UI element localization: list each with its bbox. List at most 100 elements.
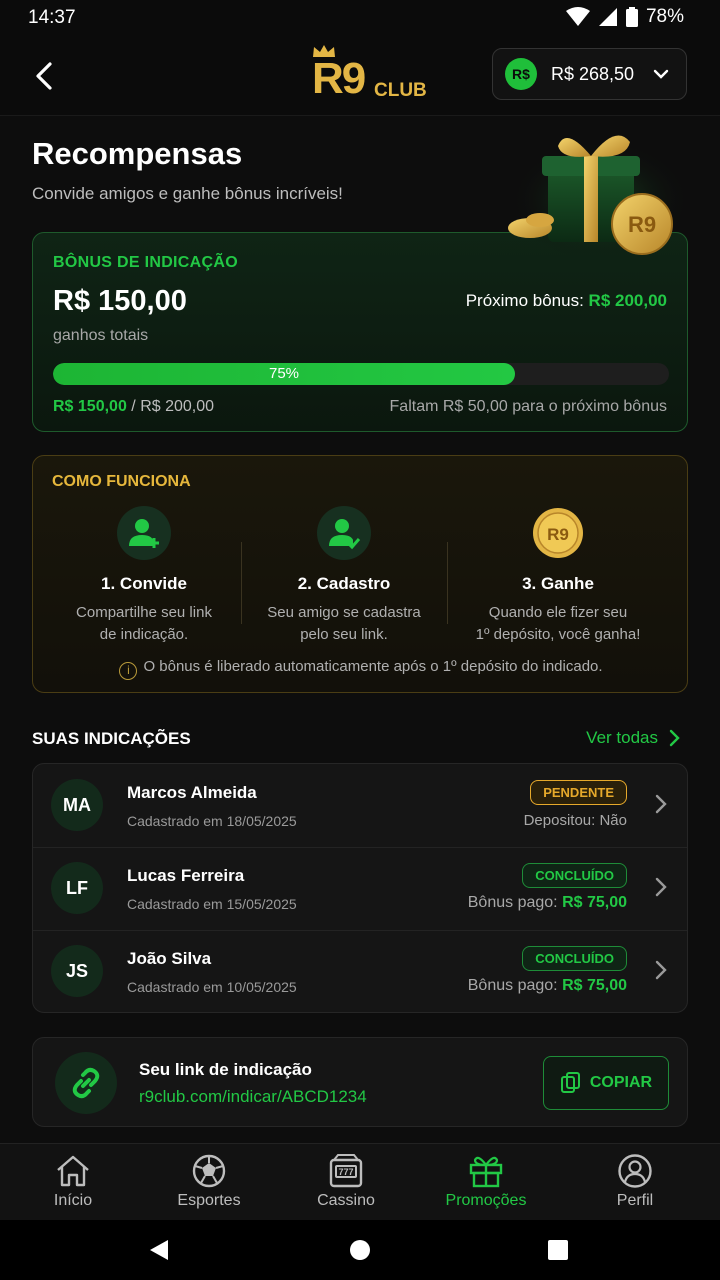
app-header: R9 CLUB R$ R$ 268,50 — [0, 34, 720, 116]
copy-icon — [560, 1072, 580, 1093]
step-desc-line: Compartilhe seu link — [76, 604, 212, 621]
bottom-navigation: Início Esportes 777 Cassino Promoções Pe… — [0, 1143, 720, 1220]
see-all-link[interactable]: Ver todas — [586, 728, 680, 748]
list-item[interactable]: LF Lucas Ferreira Cadastrado em 15/05/20… — [33, 847, 687, 930]
step-title: 3. Ganhe — [522, 574, 594, 593]
next-bonus-label: Próximo bônus: — [465, 291, 584, 310]
list-item[interactable]: JS João Silva Cadastrado em 10/05/2025 C… — [33, 930, 687, 1012]
svg-text:777: 777 — [338, 1167, 353, 1177]
step-desc-line: Quando ele fizer seu — [488, 604, 628, 621]
user-icon — [618, 1154, 652, 1188]
logo-subtext: CLUB — [374, 80, 427, 101]
info-label: Bônus pago: — [467, 894, 558, 911]
bonus-release-note: i O bônus é liberado automaticamente após… — [33, 658, 689, 680]
referral-info: Bônus pago: R$ 75,00 — [468, 894, 627, 912]
bonus-current: R$ 150,00 — [53, 398, 127, 415]
balance-selector[interactable]: R$ R$ 268,50 — [492, 48, 687, 100]
chevron-right-icon — [655, 794, 667, 814]
how-it-works-card: COMO FUNCIONA 1. Convide Compartilhe seu… — [32, 455, 688, 693]
user-check-icon — [317, 506, 371, 560]
nav-label: Esportes — [177, 1192, 241, 1209]
battery-percent: 78% — [645, 6, 684, 27]
logo-text: R9 — [312, 54, 366, 103]
nav-item-promotions[interactable]: Promoções — [426, 1154, 546, 1210]
page-title: Recompensas — [32, 136, 243, 171]
referrals-title: SUAS INDICAÇÕES — [32, 729, 191, 748]
referrals-list: MA Marcos Almeida Cadastrado em 18/05/20… — [32, 763, 688, 1013]
status-time: 14:37 — [28, 7, 76, 28]
bonus-progress-bar: 75% — [53, 363, 669, 385]
bonus-label: BÔNUS DE INDICAÇÃO — [53, 254, 238, 271]
divider — [447, 542, 448, 624]
system-home-icon[interactable] — [349, 1239, 371, 1261]
divider — [33, 847, 687, 848]
slot-machine-icon: 777 — [329, 1154, 363, 1188]
status-bar: 14:37 78% — [0, 0, 720, 34]
step-desc: Seu amigo se cadastra pelo seu link. — [241, 602, 447, 646]
step-invite: 1. Convide Compartilhe seu link de indica… — [41, 506, 247, 646]
avatar: JS — [51, 945, 103, 997]
coin-icon: R9 — [531, 506, 585, 560]
bonus-total-caption: ganhos totais — [53, 327, 149, 344]
back-arrow-icon[interactable] — [26, 56, 66, 96]
balance-amount: R$ 268,50 — [551, 63, 635, 84]
step-desc-line: de indicação. — [99, 626, 189, 643]
step-register: 2. Cadastro Seu amigo se cadastra pelo se… — [241, 506, 447, 646]
gift-icon — [469, 1156, 503, 1188]
next-bonus: Próximo bônus: R$ 200,00 — [466, 291, 667, 311]
referral-date: Cadastrado em 10/05/2025 — [127, 979, 297, 995]
gift-box-illustration: R9 — [508, 135, 690, 260]
home-icon — [57, 1155, 89, 1187]
page-subtitle: Convide amigos e ganhe bônus incríveis! — [32, 184, 343, 203]
info-icon: i — [119, 662, 138, 680]
chevron-down-icon — [653, 69, 669, 79]
wifi-icon — [565, 7, 590, 26]
nav-label: Promoções — [445, 1192, 527, 1209]
next-bonus-value: R$ 200,00 — [588, 291, 667, 310]
gift-coin-text: R9 — [628, 212, 656, 237]
bonus-progress-values: R$ 150,00 / R$ 200,00 — [53, 398, 214, 416]
system-recents-icon[interactable] — [548, 1240, 568, 1260]
step-title: 1. Convide — [101, 574, 187, 593]
info-label: Bônus pago: — [467, 977, 558, 994]
list-item[interactable]: MA Marcos Almeida Cadastrado em 18/05/20… — [33, 764, 687, 847]
soccer-ball-icon — [192, 1154, 226, 1188]
system-navigation-bar — [0, 1220, 720, 1280]
referral-url[interactable]: r9club.com/indicar/ABCD1234 — [139, 1087, 367, 1107]
referral-name: Marcos Almeida — [127, 783, 257, 802]
link-icon — [55, 1052, 117, 1114]
how-title: COMO FUNCIONA — [52, 473, 191, 490]
referral-date: Cadastrado em 18/05/2025 — [127, 813, 297, 829]
bonus-target: / R$ 200,00 — [131, 398, 215, 415]
copy-button[interactable]: COPIAR — [543, 1056, 669, 1110]
status-badge: PENDENTE — [530, 780, 627, 805]
coin-text: R9 — [547, 525, 569, 544]
referral-name: João Silva — [127, 949, 212, 968]
status-badge: CONCLUÍDO — [522, 946, 627, 971]
step-earn: R9 3. Ganhe Quando ele fizer seu 1º depós… — [455, 506, 661, 646]
signal-icon — [598, 8, 617, 26]
step-desc: Compartilhe seu link de indicação. — [41, 602, 247, 646]
brand-logo[interactable]: R9 CLUB — [312, 42, 432, 104]
nav-label: Cassino — [317, 1192, 375, 1209]
chevron-right-icon — [669, 729, 680, 747]
nav-item-home[interactable]: Início — [13, 1154, 133, 1210]
nav-item-profile[interactable]: Perfil — [575, 1154, 695, 1210]
info-value: R$ 75,00 — [562, 894, 627, 911]
system-back-icon[interactable] — [148, 1239, 172, 1261]
referral-info: Depositou: Não — [523, 812, 627, 829]
step-desc: Quando ele fizer seu 1º depósito, você ga… — [455, 602, 661, 646]
referral-bonus-card: BÔNUS DE INDICAÇÃO R$ 150,00 ganhos tota… — [32, 232, 688, 432]
add-user-icon — [117, 506, 171, 560]
step-title: 2. Cadastro — [297, 574, 391, 593]
step-desc-line: 1º depósito, você ganha! — [475, 626, 641, 643]
bonus-remaining: Faltam R$ 50,00 para o próximo bônus — [389, 398, 667, 415]
referral-date: Cadastrado em 15/05/2025 — [127, 896, 297, 912]
nav-item-sports[interactable]: Esportes — [149, 1154, 269, 1210]
progress-percent: 75% — [268, 365, 300, 382]
avatar: MA — [51, 779, 103, 831]
nav-label: Perfil — [616, 1192, 654, 1209]
step-desc-line: pelo seu link. — [300, 626, 388, 643]
nav-item-casino[interactable]: 777 Cassino — [286, 1154, 406, 1210]
battery-icon — [625, 7, 638, 27]
